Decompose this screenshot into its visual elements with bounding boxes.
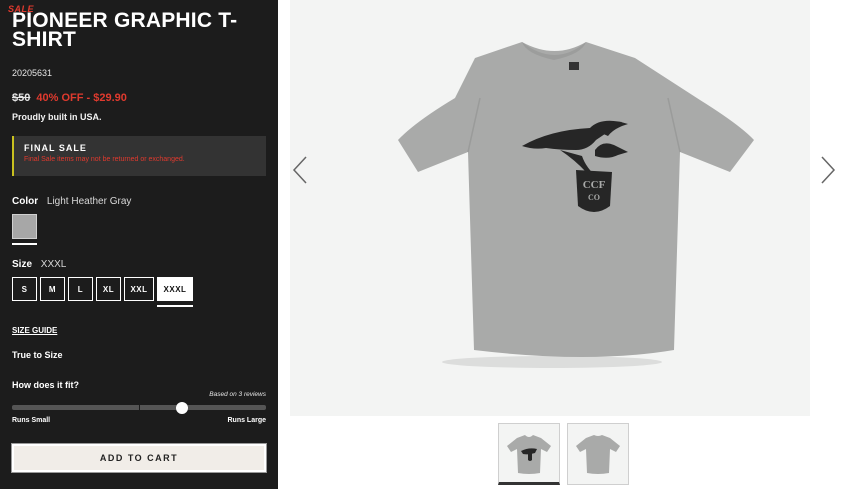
fit-reviews-note: Based on 3 reviews [209,391,266,398]
price-row: $50 40% OFF - $29.90 [12,92,127,104]
thumbnail-back[interactable] [567,423,629,485]
size-row: Size XXXL [12,259,66,270]
size-guide-link[interactable]: SIZE GUIDE [12,326,57,335]
sale-price: 40% OFF - $29.90 [36,92,127,104]
product-title: PIONEER GRAPHIC T-SHIRT [12,9,238,51]
shield-text-ccf: CCF [583,179,606,191]
origin-note: Proudly built in USA. [12,112,102,122]
fit-slider-midpoint [139,405,140,410]
product-gallery: CCF CO [278,0,850,489]
add-to-cart-button[interactable]: ADD TO CART [11,443,267,473]
size-value: XXXL [40,259,67,270]
fit-summary: True to Size [12,350,63,360]
size-option-xxxl[interactable]: XXXL [157,277,193,301]
color-swatch-light-heather-gray[interactable] [12,214,37,239]
final-sale-note: Final Sale items may not be returned or … [24,156,185,163]
chevron-right-icon[interactable] [818,155,838,185]
final-sale-notice: FINAL SALE Final Sale items may not be r… [12,136,266,176]
fit-question: How does it fit? [12,380,79,390]
color-row: Color Light Heather Gray [12,196,131,207]
size-option-s[interactable]: S [12,277,37,301]
size-option-xxl[interactable]: XXL [124,277,154,301]
size-option-xl[interactable]: XL [96,277,121,301]
thumbnail-back-image [576,435,620,474]
color-value: Light Heather Gray [46,196,132,207]
size-label: Size [12,259,33,270]
fit-slider-knob [176,402,189,414]
shield-text-co: CO [588,193,600,202]
color-label: Color [12,196,39,207]
original-price: $50 [12,92,31,104]
main-product-image: CCF CO [290,0,810,416]
chevron-left-icon[interactable] [290,155,310,185]
size-selected-indicator [157,305,193,307]
final-sale-title: FINAL SALE [24,143,87,153]
thumbnail-front[interactable] [498,423,560,485]
fit-min-label: Runs Small [12,417,51,424]
fit-max-label: Runs Large [227,417,266,424]
product-sku: 20205631 [12,68,53,78]
tshirt-image: CCF CO [398,42,754,368]
swatch-selected-indicator [12,243,37,245]
product-info-panel: SALE PIONEER GRAPHIC T-SHIRT 20205631 $5… [0,0,278,489]
size-option-m[interactable]: M [40,277,65,301]
thumbnail-front-image [507,435,551,474]
size-option-l[interactable]: L [68,277,93,301]
